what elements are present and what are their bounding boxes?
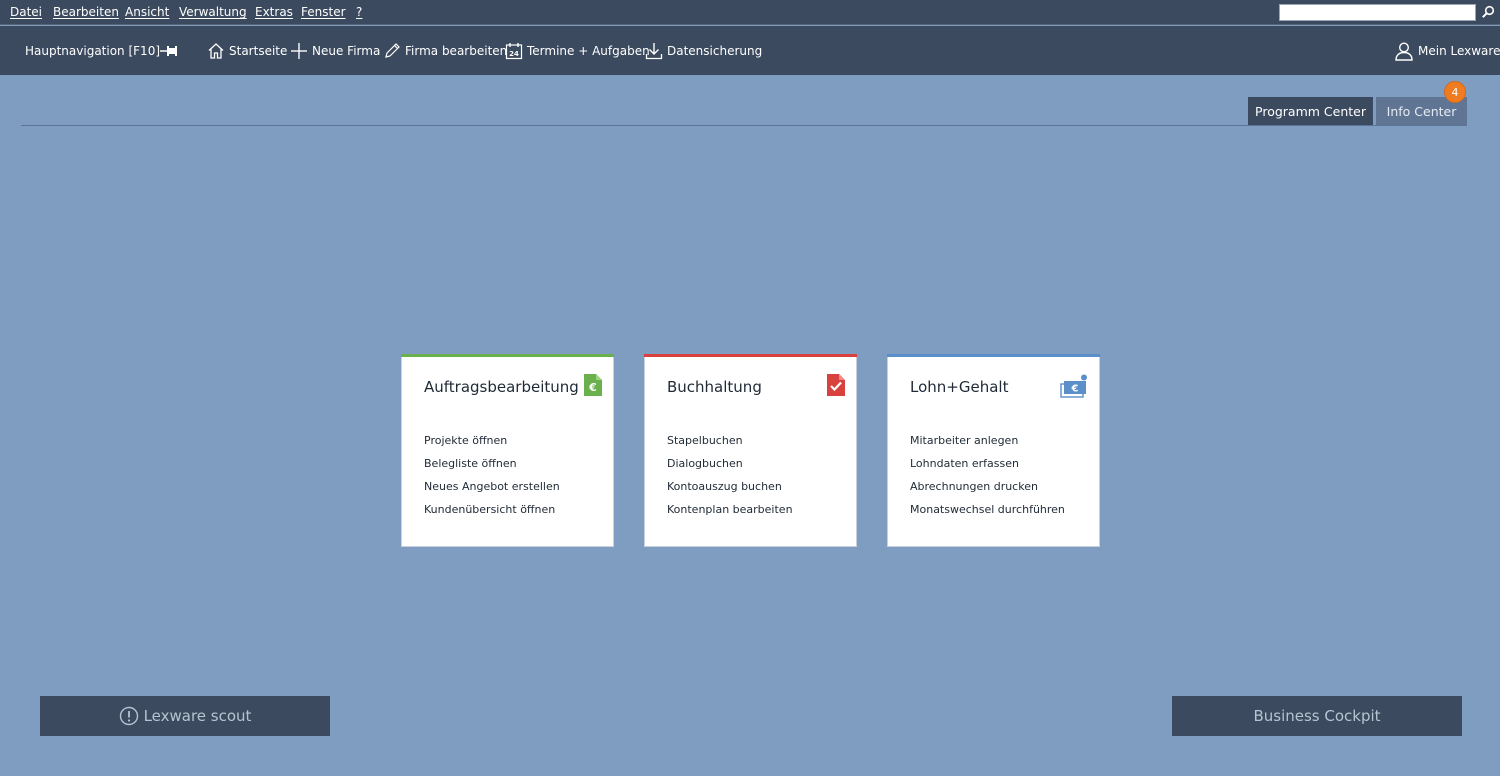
action-lohndaten-erfassen[interactable]: Lohndaten erfassen: [910, 456, 1065, 479]
termine-aufgaben-label: Termine + Aufgaben: [527, 43, 650, 58]
action-belegliste-oeffnen[interactable]: Belegliste öffnen: [424, 456, 560, 479]
menu-help[interactable]: ?: [356, 5, 362, 19]
pencil-icon: [385, 42, 400, 58]
card-title[interactable]: Buchhaltung: [667, 378, 762, 396]
invoice-euro-icon: €: [584, 374, 602, 396]
search-input[interactable]: [1279, 4, 1476, 21]
neue-firma-button[interactable]: Neue Firma: [290, 26, 380, 75]
mein-lexware-menu[interactable]: Mein Lexware: [1394, 26, 1500, 75]
menu-ansicht[interactable]: Ansicht: [125, 5, 169, 19]
download-icon: [645, 42, 663, 59]
user-icon: [1395, 41, 1413, 61]
action-abrechnungen-drucken[interactable]: Abrechnungen drucken: [910, 479, 1065, 502]
main-navigation-label: Hauptnavigation [F10]: [25, 43, 161, 58]
pin-icon: [160, 45, 177, 56]
card-action-list: Projekte öffnen Belegliste öffnen Neues …: [424, 433, 560, 525]
card-action-list: Mitarbeiter anlegen Lohndaten erfassen A…: [910, 433, 1065, 525]
calendar-icon: 24: [505, 42, 523, 59]
action-kundenuebersicht[interactable]: Kundenübersicht öffnen: [424, 502, 560, 525]
menu-verwaltung[interactable]: Verwaltung: [179, 5, 247, 19]
datensicherung-button[interactable]: Datensicherung: [645, 26, 762, 75]
card-title[interactable]: Auftragsbearbeitung: [424, 378, 579, 396]
card-title[interactable]: Lohn+Gehalt: [910, 378, 1008, 396]
action-dialogbuchen[interactable]: Dialogbuchen: [667, 456, 793, 479]
action-monatswechsel[interactable]: Monatswechsel durchführen: [910, 502, 1065, 525]
card-auftragsbearbeitung: Auftragsbearbeitung € Projekte öffnen Be…: [401, 354, 614, 547]
business-cockpit-label: Business Cockpit: [1253, 707, 1381, 725]
neue-firma-label: Neue Firma: [312, 43, 381, 58]
datensicherung-label: Datensicherung: [667, 43, 763, 58]
firma-bearbeiten-button[interactable]: Firma bearbeiten: [383, 26, 507, 75]
action-stapelbuchen[interactable]: Stapelbuchen: [667, 433, 793, 456]
action-kontoauszug-buchen[interactable]: Kontoauszug buchen: [667, 479, 793, 502]
termine-aufgaben-button[interactable]: 24 Termine + Aufgaben: [505, 26, 650, 75]
search-icon[interactable]: [1481, 5, 1495, 19]
startseite-label: Startseite: [229, 43, 288, 58]
card-buchhaltung: Buchhaltung Stapelbuchen Dialogbuchen Ko…: [644, 354, 857, 547]
svg-text:€: €: [588, 381, 597, 394]
home-icon: [208, 42, 224, 59]
calendar-day-text: 24: [509, 50, 519, 58]
mein-lexware-label: Mein Lexware: [1418, 43, 1500, 58]
firma-bearbeiten-label: Firma bearbeiten: [405, 43, 508, 58]
main-navigation-toggle[interactable]: Hauptnavigation [F10]: [25, 26, 160, 75]
action-mitarbeiter-anlegen[interactable]: Mitarbeiter anlegen: [910, 433, 1065, 456]
card-lohn-gehalt: Lohn+Gehalt € Mitarbeiter anlegen Lohnda…: [887, 354, 1100, 547]
action-kontenplan-bearbeiten[interactable]: Kontenplan bearbeiten: [667, 502, 793, 525]
plus-icon: [291, 42, 307, 59]
notification-badge: 4: [1444, 81, 1466, 103]
main-toolbar: Hauptnavigation [F10] Startseite Neue Fi…: [0, 26, 1500, 75]
tab-programm-center[interactable]: Programm Center: [1248, 97, 1373, 125]
svg-text:€: €: [1071, 384, 1079, 395]
tab-divider: [21, 125, 1467, 126]
lexware-scout-button[interactable]: Lexware scout: [40, 696, 330, 736]
menu-extras[interactable]: Extras: [255, 5, 293, 19]
money-euro-icon: €: [1060, 374, 1087, 398]
menu-fenster[interactable]: Fenster: [301, 5, 346, 19]
startseite-button[interactable]: Startseite: [207, 26, 287, 75]
card-accent-bar: [887, 354, 1100, 357]
menu-bearbeiten[interactable]: Bearbeiten: [53, 5, 119, 19]
pin-button[interactable]: [160, 26, 182, 75]
checked-document-icon: [827, 374, 845, 396]
card-accent-bar: [401, 354, 614, 357]
menu-datei[interactable]: Datei: [10, 5, 42, 19]
action-neues-angebot[interactable]: Neues Angebot erstellen: [424, 479, 560, 502]
menu-bar: Datei Bearbeiten Ansicht Verwaltung Extr…: [0, 0, 1500, 25]
info-alert-icon: [119, 706, 138, 726]
card-action-list: Stapelbuchen Dialogbuchen Kontoauszug bu…: [667, 433, 793, 525]
card-accent-bar: [644, 354, 857, 357]
business-cockpit-button[interactable]: Business Cockpit: [1172, 696, 1462, 736]
action-projekte-oeffnen[interactable]: Projekte öffnen: [424, 433, 560, 456]
lexware-scout-label: Lexware scout: [143, 707, 252, 725]
